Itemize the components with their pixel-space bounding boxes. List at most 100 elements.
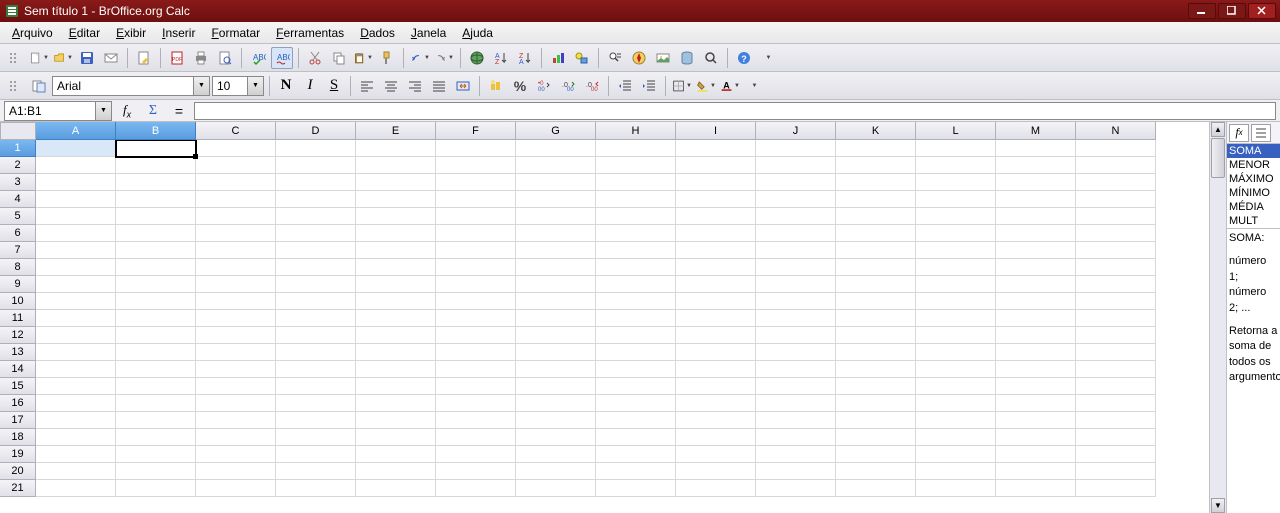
cell[interactable]	[756, 191, 836, 208]
cell[interactable]	[516, 361, 596, 378]
cell[interactable]	[516, 276, 596, 293]
sort-asc-button[interactable]: AZ	[490, 47, 512, 69]
column-header[interactable]: H	[596, 122, 676, 140]
cell[interactable]	[676, 310, 756, 327]
select-all-corner[interactable]	[0, 122, 36, 140]
cell[interactable]	[596, 412, 676, 429]
cell[interactable]	[676, 140, 756, 157]
cell[interactable]	[36, 157, 116, 174]
cell[interactable]	[596, 327, 676, 344]
cell[interactable]	[356, 327, 436, 344]
cell[interactable]	[276, 174, 356, 191]
cell[interactable]	[916, 429, 996, 446]
row-header[interactable]: 6	[0, 225, 36, 242]
cell[interactable]	[356, 157, 436, 174]
cell[interactable]	[116, 174, 196, 191]
cell[interactable]	[276, 361, 356, 378]
cell[interactable]	[196, 174, 276, 191]
column-header[interactable]: N	[1076, 122, 1156, 140]
cell[interactable]	[276, 140, 356, 157]
cell[interactable]	[36, 361, 116, 378]
cell[interactable]	[836, 361, 916, 378]
datasources-button[interactable]	[676, 47, 698, 69]
cell[interactable]	[916, 395, 996, 412]
auto-spellcheck-button[interactable]: ABC	[271, 47, 293, 69]
cell[interactable]	[116, 140, 196, 157]
sum-button[interactable]: Σ	[142, 100, 164, 122]
function-item[interactable]: SOMA	[1227, 144, 1280, 158]
menu-editar[interactable]: Editar	[63, 24, 106, 42]
cell[interactable]	[36, 191, 116, 208]
cell[interactable]	[756, 327, 836, 344]
cell[interactable]	[196, 463, 276, 480]
cell[interactable]	[836, 463, 916, 480]
cell[interactable]	[36, 225, 116, 242]
cell[interactable]	[356, 480, 436, 497]
cell[interactable]	[36, 259, 116, 276]
cell[interactable]	[196, 293, 276, 310]
align-center-button[interactable]	[380, 75, 402, 97]
cell[interactable]	[516, 191, 596, 208]
navigator-button[interactable]	[628, 47, 650, 69]
font-name-combo[interactable]: ▼	[52, 76, 210, 96]
cell[interactable]	[916, 446, 996, 463]
cell[interactable]	[516, 259, 596, 276]
cell[interactable]	[196, 344, 276, 361]
edit-file-button[interactable]	[133, 47, 155, 69]
cell[interactable]	[356, 446, 436, 463]
grip-icon[interactable]	[4, 47, 26, 69]
cell[interactable]	[196, 259, 276, 276]
zoom-button[interactable]	[700, 47, 722, 69]
cell[interactable]	[436, 208, 516, 225]
spellcheck-button[interactable]: ABC	[247, 47, 269, 69]
cell[interactable]	[356, 429, 436, 446]
cell[interactable]	[436, 310, 516, 327]
cell[interactable]	[276, 276, 356, 293]
cell[interactable]	[756, 259, 836, 276]
fx-panel-button[interactable]: fx	[1229, 124, 1249, 142]
scroll-up-icon[interactable]: ▲	[1211, 122, 1225, 137]
cell[interactable]	[436, 191, 516, 208]
cell[interactable]	[356, 395, 436, 412]
cell[interactable]	[836, 259, 916, 276]
cell[interactable]	[676, 361, 756, 378]
row-header[interactable]: 14	[0, 361, 36, 378]
cell[interactable]	[1076, 327, 1156, 344]
cell[interactable]	[996, 242, 1076, 259]
cell[interactable]	[196, 310, 276, 327]
cell[interactable]	[1076, 463, 1156, 480]
cell[interactable]	[516, 344, 596, 361]
cell[interactable]	[436, 344, 516, 361]
column-header[interactable]: I	[676, 122, 756, 140]
cell[interactable]	[1076, 429, 1156, 446]
formula-input[interactable]	[194, 102, 1276, 120]
cell[interactable]	[676, 293, 756, 310]
cell[interactable]	[36, 344, 116, 361]
cell[interactable]	[996, 480, 1076, 497]
format-paintbrush-button[interactable]	[376, 47, 398, 69]
name-box[interactable]: ▼	[4, 101, 112, 121]
cell[interactable]	[516, 412, 596, 429]
cell[interactable]	[596, 276, 676, 293]
delete-decimal-button[interactable]: .000	[581, 75, 603, 97]
cell[interactable]	[756, 446, 836, 463]
cell[interactable]	[836, 344, 916, 361]
cell[interactable]	[356, 191, 436, 208]
font-size-combo[interactable]: ▼	[212, 76, 264, 96]
italic-button[interactable]: I	[299, 75, 321, 97]
cell[interactable]	[916, 276, 996, 293]
row-header[interactable]: 12	[0, 327, 36, 344]
cell[interactable]	[356, 378, 436, 395]
cell[interactable]	[756, 208, 836, 225]
cell[interactable]	[436, 157, 516, 174]
cell[interactable]	[1076, 412, 1156, 429]
cell[interactable]	[596, 429, 676, 446]
cell[interactable]	[676, 225, 756, 242]
cell[interactable]	[276, 242, 356, 259]
row-header[interactable]: 21	[0, 480, 36, 497]
cell[interactable]	[676, 344, 756, 361]
number-format-button[interactable]: •000	[533, 75, 555, 97]
cell[interactable]	[356, 225, 436, 242]
function-item[interactable]: MÁXIMO	[1227, 172, 1280, 186]
row-header[interactable]: 16	[0, 395, 36, 412]
